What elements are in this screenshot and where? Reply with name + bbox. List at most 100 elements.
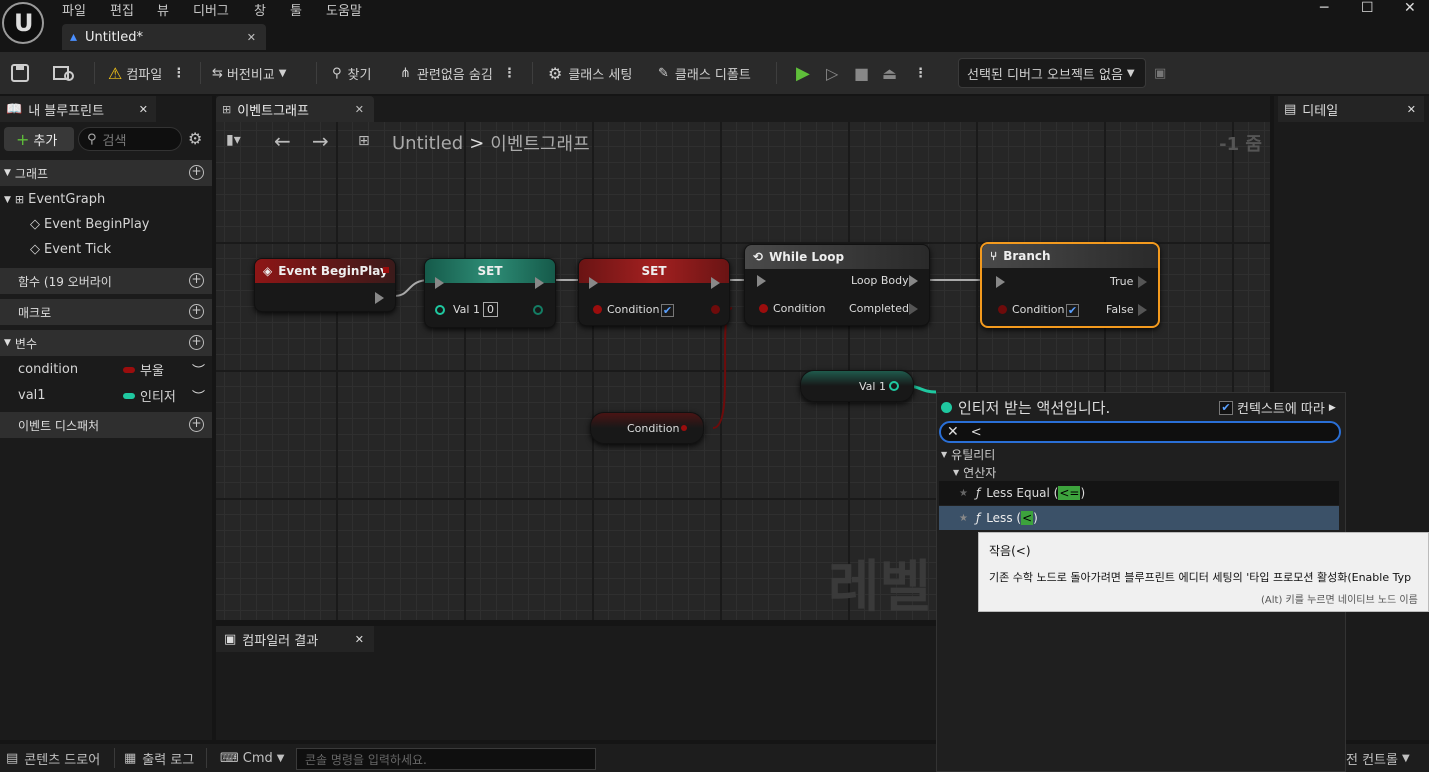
condition-input-pin[interactable] bbox=[998, 305, 1007, 314]
section-graphs[interactable]: ▼ 그래프 + bbox=[0, 160, 212, 186]
node-while-loop[interactable]: ⟲ While Loop Loop Body Condition Complete… bbox=[744, 244, 930, 326]
debug-filter-icon[interactable]: ▣ bbox=[1154, 52, 1166, 94]
add-dispatcher-icon[interactable]: + bbox=[189, 417, 204, 432]
compiler-results-tab[interactable]: ▣ 컴파일러 결과 ✕ bbox=[216, 626, 374, 652]
play-button[interactable]: ▶ bbox=[796, 52, 810, 94]
menu-window[interactable]: 창 bbox=[254, 0, 266, 19]
node-get-val1[interactable]: Val 1 bbox=[800, 370, 914, 402]
exec-out-pin[interactable] bbox=[711, 277, 720, 289]
close-tab-icon[interactable]: ✕ bbox=[355, 103, 364, 116]
details-tab[interactable]: ▤ 디테일 ✕ bbox=[1278, 96, 1424, 122]
exec-in-pin[interactable] bbox=[435, 277, 444, 289]
minimize-button[interactable]: ─ bbox=[1320, 0, 1328, 16]
node-set-condition[interactable]: SET Condition ✔ bbox=[578, 258, 730, 326]
menu-edit[interactable]: 편집 bbox=[110, 0, 134, 19]
exec-in-pin[interactable] bbox=[589, 277, 598, 289]
maximize-button[interactable]: ☐ bbox=[1361, 0, 1374, 16]
false-pin[interactable] bbox=[1138, 304, 1147, 316]
stop-button[interactable]: ■ bbox=[854, 52, 869, 94]
bookmark-icon[interactable]: ▮▾ bbox=[226, 132, 241, 148]
condition-input-pin[interactable] bbox=[593, 305, 602, 314]
loop-body-pin[interactable] bbox=[909, 275, 918, 287]
eye-icon[interactable]: ︶ bbox=[192, 360, 205, 379]
event-graph-tab[interactable]: ⊞ 이벤트그래프 ✕ bbox=[216, 96, 374, 122]
play-options-button[interactable]: ⋮ bbox=[914, 52, 927, 94]
section-variables[interactable]: ▼ 변수 + bbox=[0, 330, 212, 356]
compile-button[interactable]: ⚠ 컴파일 ⋮ bbox=[108, 52, 185, 94]
cmd-dropdown[interactable]: ⌨ Cmd ▼ bbox=[220, 748, 284, 768]
add-function-icon[interactable]: + bbox=[189, 273, 204, 288]
category-utility[interactable]: ▼ 유틸리티 bbox=[941, 446, 995, 463]
exec-out-pin[interactable] bbox=[375, 292, 384, 304]
variable-val1[interactable]: val1 인티저 ︶ bbox=[18, 386, 210, 405]
section-dispatchers[interactable]: 이벤트 디스패처 + bbox=[0, 412, 212, 438]
forward-arrow-icon[interactable]: → bbox=[312, 129, 329, 153]
console-input[interactable]: 콘솔 명령을 입력하세요. bbox=[296, 748, 596, 770]
tree-event-begin-play[interactable]: ◇ Event BeginPlay bbox=[30, 217, 150, 232]
favorite-star-icon[interactable]: ★ bbox=[959, 513, 968, 524]
condition-checkbox[interactable]: ✔ bbox=[1066, 304, 1079, 317]
exec-out-pin[interactable] bbox=[535, 277, 544, 289]
browse-icon[interactable] bbox=[52, 52, 76, 94]
favorite-star-icon[interactable]: ★ bbox=[959, 488, 968, 499]
section-functions[interactable]: 함수 (19 오버라이 + bbox=[0, 268, 212, 294]
class-defaults-button[interactable]: ✎ 클래스 디폴트 bbox=[658, 52, 751, 94]
unreal-logo-icon[interactable]: U bbox=[2, 2, 44, 44]
step-button[interactable]: ▷ bbox=[826, 52, 838, 94]
node-get-condition[interactable]: Condition bbox=[590, 412, 704, 444]
debug-object-dropdown[interactable]: 선택된 디버그 오브젝트 없음 ▼ bbox=[958, 58, 1146, 88]
search-input[interactable]: ⚲ 검색 bbox=[78, 127, 182, 151]
tree-event-graph[interactable]: ▼ ⊞ EventGraph bbox=[4, 192, 105, 207]
close-tab-icon[interactable]: ✕ bbox=[247, 31, 256, 44]
save-icon[interactable] bbox=[10, 52, 30, 94]
document-tab[interactable]: ▴ Untitled* ✕ bbox=[62, 24, 266, 50]
section-macros[interactable]: 매크로 + bbox=[0, 299, 212, 325]
gear-icon[interactable]: ⚙ bbox=[188, 129, 202, 148]
delegate-pin[interactable] bbox=[383, 267, 389, 273]
menu-tools[interactable]: 툴 bbox=[290, 0, 302, 19]
find-button[interactable]: ⚲ 찾기 bbox=[332, 52, 371, 94]
exec-in-pin[interactable] bbox=[757, 275, 766, 287]
true-pin[interactable] bbox=[1138, 276, 1147, 288]
output-log-button[interactable]: ▦ 출력 로그 bbox=[124, 748, 194, 768]
node-branch[interactable]: ⑂ Branch True Condition ✔ False bbox=[980, 242, 1160, 328]
diff-button[interactable]: ⇆ 버전비교 ▼ bbox=[212, 52, 286, 94]
close-tab-icon[interactable]: ✕ bbox=[1407, 103, 1416, 116]
source-control-button[interactable]: 전 컨트롤 ▼ bbox=[1346, 748, 1410, 768]
node-set-val1[interactable]: SET Val 1 0 bbox=[424, 258, 556, 328]
add-macro-icon[interactable]: + bbox=[189, 304, 204, 319]
menu-debug[interactable]: 디버그 bbox=[193, 0, 229, 19]
context-sensitive-toggle[interactable]: ✔ 컨텍스트에 따라 ▶ bbox=[1219, 398, 1336, 417]
hide-unrelated-button[interactable]: ⋔ 관련없음 숨김 ⋮ bbox=[400, 52, 516, 94]
variable-condition[interactable]: condition 부울 ︶ bbox=[18, 360, 210, 379]
close-tab-icon[interactable]: ✕ bbox=[139, 103, 148, 116]
condition-output-pin[interactable] bbox=[681, 425, 687, 431]
condition-output-pin[interactable] bbox=[711, 305, 720, 314]
val1-output-pin[interactable] bbox=[889, 381, 899, 391]
node-event-begin-play[interactable]: ◈ Event BeginPlay bbox=[254, 258, 396, 312]
condition-checkbox[interactable]: ✔ bbox=[661, 304, 674, 317]
eye-icon[interactable]: ︶ bbox=[192, 386, 205, 405]
close-window-button[interactable]: ✕ bbox=[1404, 0, 1416, 16]
context-checkbox[interactable]: ✔ bbox=[1219, 400, 1233, 415]
menu-help[interactable]: 도움말 bbox=[326, 0, 362, 19]
class-settings-button[interactable]: ⚙ 클래스 세팅 bbox=[548, 52, 632, 94]
val1-output-pin[interactable] bbox=[533, 305, 543, 315]
menu-view[interactable]: 뷰 bbox=[157, 0, 169, 19]
clear-search-icon[interactable]: ✕ bbox=[947, 424, 959, 440]
condition-input-pin[interactable] bbox=[759, 304, 768, 313]
val1-input-pin[interactable] bbox=[435, 305, 445, 315]
menu-file[interactable]: 파일 bbox=[62, 0, 86, 19]
back-arrow-icon[interactable]: ← bbox=[274, 129, 291, 153]
add-variable-icon[interactable]: + bbox=[189, 335, 204, 350]
tree-event-tick[interactable]: ◇ Event Tick bbox=[30, 242, 111, 257]
action-item-less-equal[interactable]: ★ ƒ Less Equal (<=) bbox=[939, 481, 1339, 505]
category-operator[interactable]: ▼ 연산자 bbox=[953, 464, 996, 481]
add-graph-icon[interactable]: + bbox=[189, 165, 204, 180]
add-button[interactable]: + 추가 bbox=[4, 127, 74, 151]
exec-in-pin[interactable] bbox=[996, 276, 1005, 288]
content-drawer-button[interactable]: ▤ 콘텐츠 드로어 bbox=[6, 748, 100, 768]
val1-value-field[interactable]: 0 bbox=[483, 302, 498, 317]
my-blueprint-tab[interactable]: 📖 내 블루프린트 ✕ bbox=[0, 96, 156, 122]
action-search-input[interactable]: ✕ < bbox=[939, 421, 1341, 443]
